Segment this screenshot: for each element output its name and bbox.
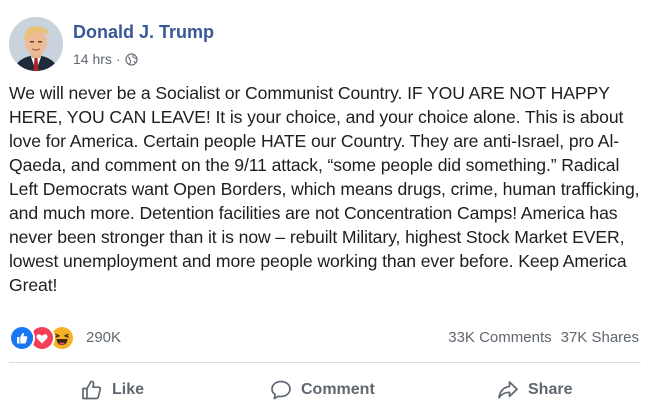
post-meta: 14 hrs · <box>73 51 138 67</box>
reaction-icons[interactable] <box>9 325 75 351</box>
comment-button[interactable]: Comment <box>269 368 375 412</box>
engagement-counts: 33K Comments 37K Shares <box>448 329 639 346</box>
reactions-bar: 290K 33K Comments 37K Shares <box>9 325 641 351</box>
globe-icon[interactable] <box>124 52 138 66</box>
divider <box>9 362 641 363</box>
reaction-count[interactable]: 290K <box>86 329 121 346</box>
post-header: Donald J. Trump 14 hrs · <box>9 15 609 75</box>
like-reaction-icon <box>9 325 35 351</box>
author-name[interactable]: Donald J. Trump <box>73 22 214 43</box>
comment-count[interactable]: 33K Comments <box>448 329 551 346</box>
share-button[interactable]: Share <box>496 368 572 412</box>
avatar-photo <box>9 17 63 71</box>
post-timestamp[interactable]: 14 hrs <box>73 51 112 67</box>
post-actions: Like Comment Share <box>0 368 661 412</box>
like-button[interactable]: Like <box>80 368 144 412</box>
meta-separator: · <box>115 51 121 67</box>
facebook-post: Donald J. Trump 14 hrs · We will never b… <box>0 0 661 416</box>
avatar[interactable] <box>9 17 63 71</box>
thumbs-up-icon <box>82 380 102 400</box>
share-count[interactable]: 37K Shares <box>561 329 639 346</box>
like-label: Like <box>112 381 145 398</box>
share-label: Share <box>528 381 573 398</box>
share-arrow-icon <box>498 381 518 399</box>
post-message: We will never be a Socialist or Communis… <box>9 83 640 295</box>
comment-label: Comment <box>301 381 375 398</box>
comment-icon <box>271 380 291 400</box>
